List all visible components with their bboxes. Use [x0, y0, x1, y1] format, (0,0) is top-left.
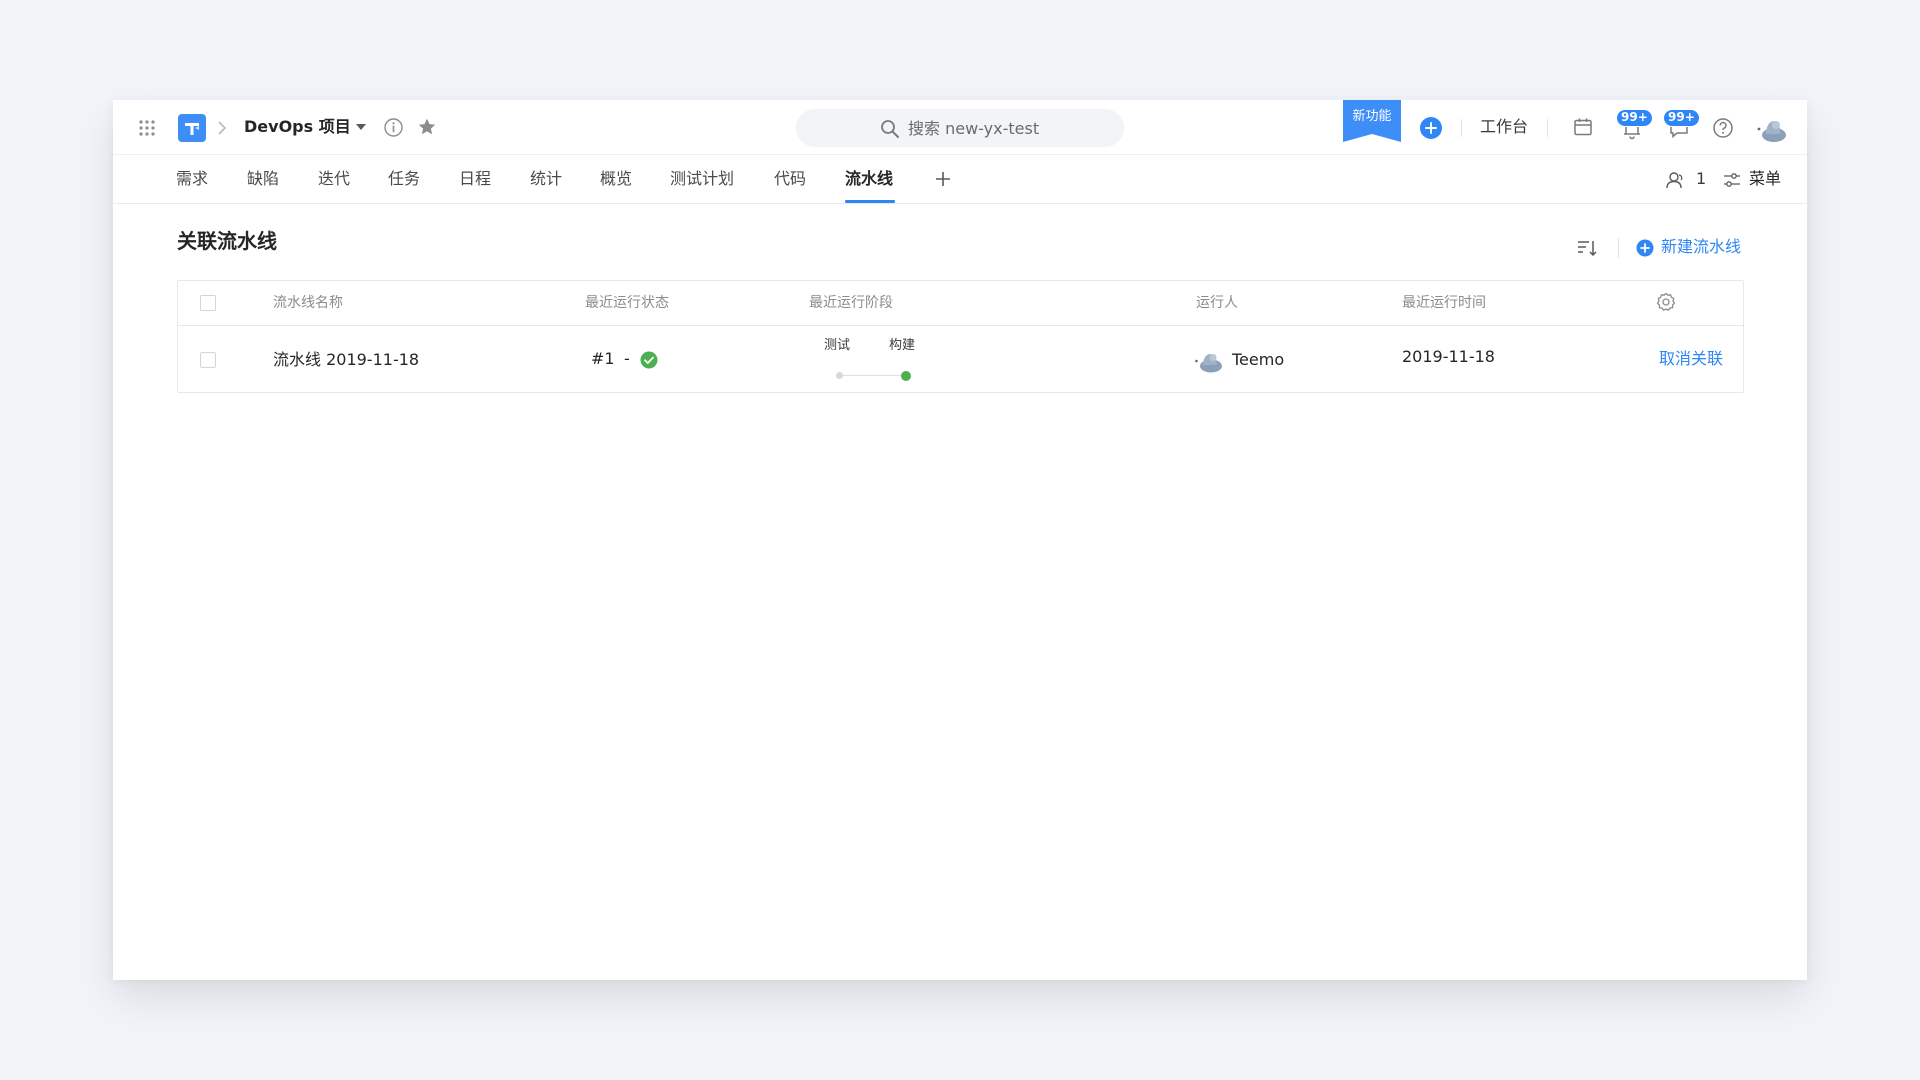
members-icon[interactable]: [1665, 170, 1685, 190]
stage-progress-line: [839, 375, 906, 376]
tab-requirements[interactable]: 需求: [176, 168, 208, 190]
tab-overview[interactable]: 概览: [600, 168, 632, 190]
info-icon[interactable]: [383, 117, 404, 138]
message-badge: 99+: [1663, 109, 1700, 127]
stage-dot-success[interactable]: [901, 371, 911, 381]
stage-label: 构建: [889, 338, 916, 353]
new-feature-label[interactable]: 新功能: [1343, 109, 1401, 125]
tab-code[interactable]: 代码: [774, 168, 806, 190]
tab-statistics[interactable]: 统计: [530, 168, 562, 190]
star-icon[interactable]: [417, 117, 437, 137]
stage-dot-pending[interactable]: [836, 372, 843, 379]
nav-tabs: 需求 缺陷 迭代 任务 日程 统计 概览 测试计划 代码 流水线 1 菜单: [113, 155, 1807, 204]
project-name[interactable]: DevOps 项目: [244, 116, 351, 138]
search-input[interactable]: [796, 109, 1124, 147]
stage-label: 测试: [824, 338, 851, 353]
run-number[interactable]: #1: [591, 348, 615, 370]
column-header[interactable]: 最近运行状态: [585, 293, 669, 313]
divider: [1618, 238, 1619, 258]
column-header[interactable]: 流水线名称: [273, 293, 343, 313]
column-header[interactable]: 最近运行时间: [1402, 293, 1486, 313]
app-grid-icon[interactable]: [138, 119, 156, 137]
plus-circle-icon[interactable]: [1636, 239, 1654, 257]
column-header[interactable]: 运行人: [1196, 293, 1238, 313]
last-run-time: 2019-11-18: [1402, 347, 1495, 366]
sort-icon[interactable]: [1576, 237, 1598, 259]
menu-button[interactable]: 菜单: [1749, 168, 1781, 190]
divider: [1461, 119, 1462, 137]
avatar[interactable]: [1756, 114, 1788, 144]
tab-schedule[interactable]: 日程: [459, 168, 491, 190]
top-bar: DevOps 项目 新功能 工作台: [113, 100, 1807, 155]
table-header: 流水线名称 最近运行状态 最近运行阶段 运行人 最近运行时间: [178, 281, 1743, 326]
caret-down-icon[interactable]: [355, 122, 367, 132]
plus-circle-icon[interactable]: [1419, 116, 1443, 140]
tab-pipeline[interactable]: 流水线: [845, 168, 893, 190]
settings-icon[interactable]: [1656, 292, 1676, 312]
menu-icon[interactable]: [1723, 171, 1741, 189]
help-icon[interactable]: [1712, 117, 1734, 139]
column-header[interactable]: 最近运行阶段: [809, 293, 893, 313]
calendar-icon[interactable]: [1572, 116, 1594, 138]
tab-test-plan[interactable]: 测试计划: [670, 168, 734, 190]
workbench-link[interactable]: 工作台: [1480, 116, 1528, 138]
pipeline-table: 流水线名称 最近运行状态 最近运行阶段 运行人 最近运行时间 流水线 2019-…: [177, 280, 1744, 393]
new-pipeline-button[interactable]: 新建流水线: [1661, 236, 1741, 258]
select-all-checkbox[interactable]: [200, 295, 216, 311]
tab-defects[interactable]: 缺陷: [247, 168, 279, 190]
table-row[interactable]: 流水线 2019-11-18 #1 - 测试 构建 Teemo 2019-11-…: [178, 326, 1743, 392]
divider: [1547, 119, 1548, 137]
row-checkbox[interactable]: [200, 352, 216, 368]
pipeline-name[interactable]: 流水线 2019-11-18: [273, 349, 419, 371]
tab-tasks[interactable]: 任务: [388, 168, 420, 190]
app-window: DevOps 项目 新功能 工作台: [113, 100, 1807, 980]
active-tab-indicator: [845, 200, 895, 203]
members-count[interactable]: 1: [1696, 168, 1706, 190]
run-separator: -: [624, 349, 630, 368]
chevron-right-icon: [218, 121, 227, 135]
plus-icon[interactable]: [933, 169, 953, 189]
avatar: [1195, 354, 1222, 373]
runner-name: Teemo: [1232, 350, 1285, 369]
unlink-button[interactable]: 取消关联: [1659, 348, 1723, 370]
notification-badge: 99+: [1616, 109, 1653, 127]
logo-icon[interactable]: [178, 114, 206, 142]
tab-iterations[interactable]: 迭代: [318, 168, 350, 190]
page-title: 关联流水线: [177, 229, 277, 253]
check-circle-icon: [640, 351, 658, 369]
